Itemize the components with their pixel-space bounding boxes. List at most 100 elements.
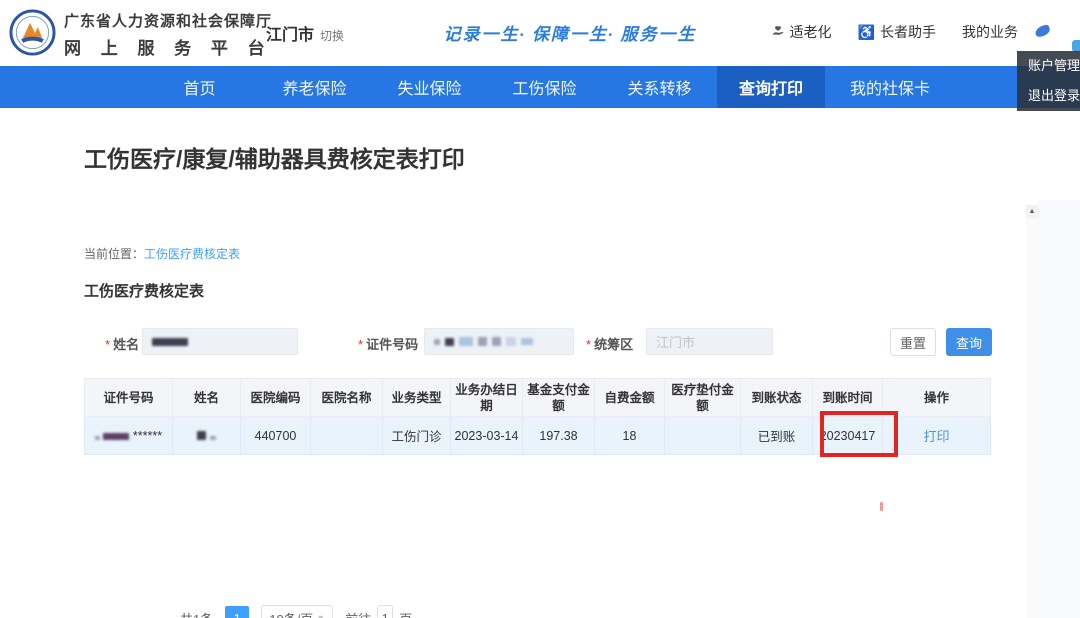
redacted-id-value	[521, 338, 533, 345]
table-row: ****** 440700 工伤门诊 2023-03-14 197.38 18 …	[85, 417, 991, 455]
elder-mode-label: 适老化	[790, 22, 832, 42]
query-form: *姓名 *证件号码 *统筹区 江门市 重置 查询	[0, 328, 1038, 356]
col-settle-date: 业务办结日期	[451, 379, 523, 417]
cell-hospital-name	[311, 417, 383, 455]
goto-label: 前往	[345, 609, 371, 618]
pagination-goto: 前往 1 页	[345, 605, 412, 618]
nav-item-work-injury[interactable]: 工伤保险	[487, 66, 602, 108]
elder-helper-label: 长者助手	[880, 22, 936, 42]
site-slogan: 记录一生· 保障一生· 服务一生	[440, 20, 700, 45]
nav-item-pension[interactable]: 养老保险	[257, 66, 372, 108]
col-advance-amount: 医疗垫付金额	[665, 379, 741, 417]
breadcrumb-label: 当前位置：	[84, 247, 144, 261]
redacted-id-value	[492, 337, 501, 346]
menu-item-logout[interactable]: 退出登录	[1017, 81, 1080, 111]
table-header-row: 证件号码 姓名 医院编码 医院名称 业务类型 业务办结日期 基金支付金额 自费金…	[85, 379, 991, 417]
switch-city-link[interactable]: 切换	[320, 29, 344, 43]
city-selector: 江门市切换	[266, 21, 344, 45]
nav-item-unemployment[interactable]: 失业保险	[372, 66, 487, 108]
site-title: 广东省人力资源和社会保障厅 网 上 服 务 平 台	[64, 10, 272, 59]
gov-logo-icon	[9, 9, 56, 56]
my-business-label: 我的业务	[962, 22, 1018, 42]
required-mark: *	[105, 337, 110, 352]
nav-item-home[interactable]: 首页	[142, 66, 257, 108]
breadcrumb: 当前位置：工伤医疗费核定表	[84, 245, 240, 262]
current-city: 江门市	[266, 27, 314, 44]
search-button[interactable]: 查询	[946, 328, 992, 356]
header-links: 适老化 ♿ 长者助手 我的业务	[771, 22, 1018, 42]
content-panel: 当前位置：工伤医疗费核定表 工伤医疗费核定表 *姓名 *证件号码 *统筹区 江门…	[0, 200, 1080, 618]
goto-page-input[interactable]: 1	[377, 605, 393, 618]
elder-mode-link[interactable]: 适老化	[771, 22, 832, 42]
redacted-id-value	[434, 339, 440, 345]
col-action: 操作	[883, 379, 991, 417]
cell-advance-amount	[665, 417, 741, 455]
cell-arrival-time: 20230417	[813, 417, 883, 455]
col-arrival-time: 到账时间	[813, 379, 883, 417]
redacted-id-value	[459, 337, 473, 346]
panel-right-strip	[1038, 200, 1080, 618]
redacted-name-blob	[197, 431, 206, 440]
cell-fund-amount: 197.38	[523, 417, 595, 455]
pagination: 共1条 1 10条/页 ▼ 前往 1 页	[180, 604, 412, 618]
main-nav: 首页 养老保险 失业保险 工伤保险 关系转移 查询打印 我的社保卡	[0, 66, 1080, 108]
cell-name	[173, 417, 241, 455]
nav-item-transfer[interactable]: 关系转移	[602, 66, 717, 108]
col-business-type: 业务类型	[383, 379, 451, 417]
breadcrumb-current-link[interactable]: 工伤医疗费核定表	[144, 247, 240, 261]
small-red-mark	[880, 502, 883, 511]
section-title: 工伤医疗费核定表	[84, 280, 204, 301]
region-input[interactable]: 江门市	[646, 328, 773, 355]
nav-item-social-card[interactable]: 我的社保卡	[825, 66, 955, 108]
redacted-name-blob	[210, 436, 216, 440]
name-label: *姓名	[105, 334, 139, 353]
wheelchair-icon: ♿	[858, 25, 875, 39]
redacted-id-blob	[95, 436, 100, 440]
elder-helper-link[interactable]: ♿ 长者助手	[858, 22, 936, 42]
my-business-link[interactable]: 我的业务	[962, 22, 1018, 42]
nav-item-query-print[interactable]: 查询打印	[717, 66, 825, 108]
redacted-id-value	[506, 337, 516, 346]
redacted-id-value	[478, 337, 487, 346]
redacted-id-blob	[103, 433, 129, 440]
cell-hospital-code: 440700	[241, 417, 311, 455]
col-name: 姓名	[173, 379, 241, 417]
col-hospital-code: 医院编码	[241, 379, 311, 417]
region-label: *统筹区	[586, 334, 633, 353]
menu-item-account[interactable]: 账户管理	[1017, 51, 1080, 81]
col-id: 证件号码	[85, 379, 173, 417]
cell-action: 打印	[883, 417, 991, 455]
cell-settle-date: 2023-03-14	[451, 417, 523, 455]
results-table: 证件号码 姓名 医院编码 医院名称 业务类型 业务办结日期 基金支付金额 自费金…	[84, 378, 991, 455]
chevron-down-icon: ▼	[316, 613, 325, 618]
user-dropdown-menu: 账户管理 退出登录	[1017, 51, 1080, 111]
col-fund-amount: 基金支付金额	[523, 379, 595, 417]
vertical-scrollbar[interactable]: ▲	[1026, 205, 1038, 618]
user-avatar-icon[interactable]	[1034, 24, 1051, 38]
col-arrival-status: 到账状态	[741, 379, 813, 417]
id-input[interactable]	[424, 328, 574, 355]
col-hospital-name: 医院名称	[311, 379, 383, 417]
page-size-select[interactable]: 10条/页 ▼	[261, 605, 333, 618]
redacted-name-value	[152, 338, 188, 346]
pagination-total: 共1条	[180, 609, 213, 618]
app-window: 广东省人力资源和社会保障厅 网 上 服 务 平 台 江门市切换 记录一生· 保障…	[0, 0, 1080, 618]
page-title: 工伤医疗/康复/辅助器具费核定表打印	[84, 140, 465, 174]
id-label: *证件号码	[358, 334, 418, 353]
platform-name: 网 上 服 务 平 台	[64, 34, 272, 59]
cell-self-amount: 18	[595, 417, 665, 455]
print-link[interactable]: 打印	[923, 429, 949, 444]
col-self-amount: 自费金额	[595, 379, 665, 417]
reset-button[interactable]: 重置	[890, 328, 936, 356]
pagination-page-1-button[interactable]: 1	[225, 606, 249, 618]
top-header: 广东省人力资源和社会保障厅 网 上 服 务 平 台 江门市切换 记录一生· 保障…	[0, 0, 1080, 66]
required-mark: *	[586, 337, 591, 352]
masked-id-text: ******	[133, 429, 162, 443]
scroll-up-arrow-icon[interactable]: ▲	[1026, 205, 1038, 218]
name-input[interactable]	[142, 328, 298, 355]
page-size-value: 10条/页	[269, 609, 313, 618]
required-mark: *	[358, 337, 363, 352]
redacted-id-value	[445, 338, 454, 346]
region-value: 江门市	[656, 332, 695, 351]
cell-id: ******	[85, 417, 173, 455]
